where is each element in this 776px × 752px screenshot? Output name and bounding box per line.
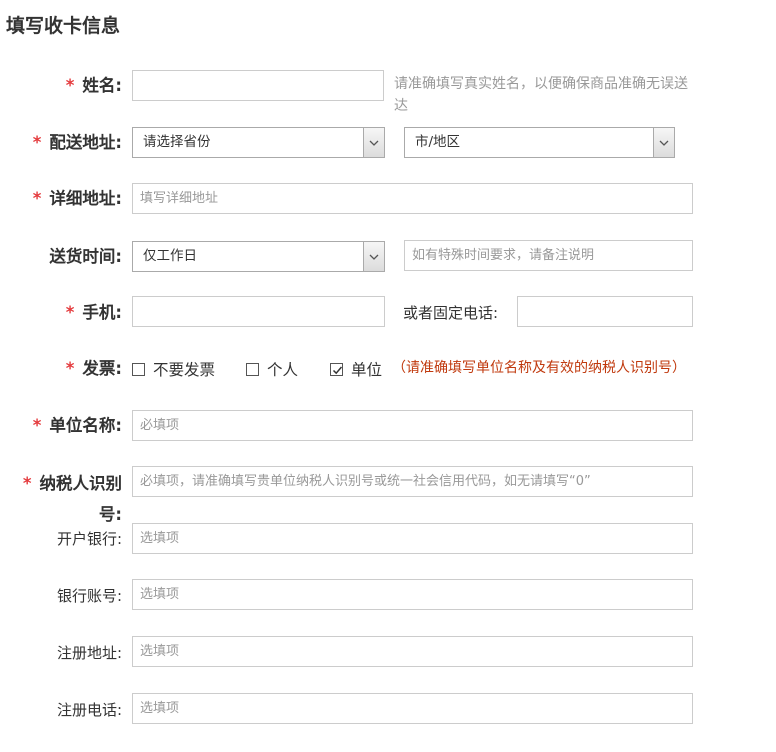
- bank-account-input[interactable]: 选填项: [132, 579, 693, 610]
- chevron-down-icon[interactable]: [363, 128, 384, 157]
- reg-address-input[interactable]: 选填项: [132, 636, 693, 667]
- phone-label: * 手机:: [65, 303, 122, 322]
- chevron-down-icon[interactable]: [653, 128, 674, 157]
- phone-input[interactable]: [132, 296, 385, 327]
- bank-name-label: 开户银行:: [56, 530, 122, 548]
- delivery-time-select[interactable]: 仅工作日: [132, 241, 385, 272]
- province-select[interactable]: 请选择省份: [132, 127, 385, 158]
- page-title: 填写收卡信息: [6, 15, 121, 37]
- taxpayer-id-label: * 纳税人识别: [22, 474, 122, 493]
- company-name-input[interactable]: 必填项: [132, 410, 693, 441]
- invoice-option-personal[interactable]: 个人: [246, 358, 298, 380]
- detail-address-label: * 详细地址:: [32, 189, 122, 208]
- taxpayer-id-input[interactable]: 必填项，请准确填写贵单位纳税人识别号或统一社会信用代码，如无请填写“0”: [132, 466, 693, 497]
- landline-label: 或者固定电话:: [403, 304, 499, 322]
- bank-account-label: 银行账号:: [56, 587, 122, 605]
- invoice-option-company[interactable]: 单位: [330, 358, 382, 380]
- required-mark: *: [32, 133, 42, 152]
- checkmark-icon: [332, 366, 343, 374]
- delivery-time-label: 送货时间:: [49, 247, 122, 266]
- chevron-down-icon[interactable]: [363, 242, 384, 271]
- required-mark: *: [65, 359, 75, 378]
- required-mark: *: [32, 416, 42, 435]
- invoice-label: * 发票:: [65, 359, 122, 378]
- landline-input[interactable]: [517, 296, 693, 327]
- reg-address-label: 注册地址:: [56, 644, 122, 662]
- reg-phone-input[interactable]: 选填项: [132, 693, 693, 724]
- name-input[interactable]: [132, 70, 384, 101]
- city-select[interactable]: 市/地区: [404, 127, 675, 158]
- bank-name-input[interactable]: 选填项: [132, 523, 693, 554]
- name-hint: 请准确填写真实姓名，以便确保商品准确无误送达: [394, 76, 688, 114]
- required-mark: *: [65, 303, 75, 322]
- detail-address-input[interactable]: 填写详细地址: [132, 183, 693, 214]
- taxpayer-id-label-line2: 号:: [98, 505, 122, 524]
- checkbox[interactable]: [246, 362, 259, 376]
- delivery-note-input[interactable]: 如有特殊时间要求，请备注说明: [404, 240, 693, 271]
- checkbox[interactable]: [132, 362, 145, 376]
- invoice-option-none[interactable]: 不要发票: [132, 358, 215, 380]
- company-name-label: * 单位名称:: [32, 416, 122, 435]
- reg-phone-label: 注册电话:: [56, 701, 122, 719]
- name-label: * 姓名:: [65, 76, 122, 95]
- required-mark: *: [32, 189, 42, 208]
- checkbox-checked[interactable]: [330, 362, 343, 376]
- required-mark: *: [22, 474, 32, 493]
- invoice-warning: （请准确填写单位名称及有效的纳税人识别号）: [392, 360, 686, 376]
- address-label: * 配送地址:: [32, 133, 122, 152]
- required-mark: *: [65, 76, 75, 95]
